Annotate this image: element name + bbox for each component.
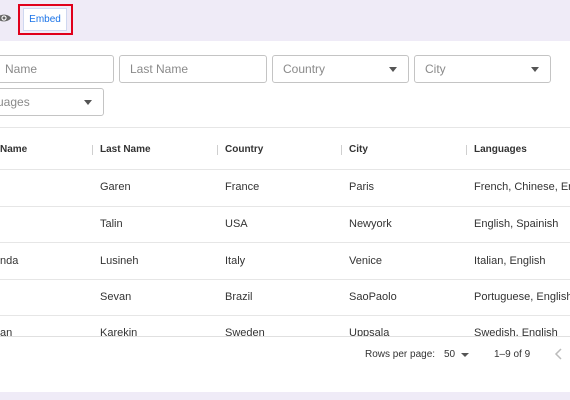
divider [0, 127, 570, 128]
divider [0, 315, 570, 316]
column-separator [466, 145, 467, 155]
cell-last-name: Lusineh [100, 255, 139, 267]
cell-languages: French, Chinese, Er [474, 181, 570, 193]
languages-placeholder: uages [0, 95, 30, 109]
divider [0, 206, 570, 207]
cell-last-name: Talin [100, 218, 123, 230]
column-header-city[interactable]: City [349, 144, 368, 155]
rows-per-page-value: 50 [444, 349, 456, 360]
country-select[interactable]: Country [272, 55, 409, 83]
divider [0, 169, 570, 170]
pagination-range: 1–9 of 9 [494, 349, 531, 360]
cell-city: Newyork [349, 218, 392, 230]
toolbar: Embed [0, 0, 570, 40]
chevron-down-icon [84, 100, 92, 105]
pagination-footer [0, 336, 570, 392]
cell-city: Venice [349, 255, 383, 267]
column-header-country[interactable]: Country [225, 144, 263, 155]
column-separator [217, 145, 218, 155]
chevron-down-icon [389, 67, 397, 72]
cell-languages: Italian, English [474, 255, 546, 267]
cell-city: SaoPaolo [349, 291, 397, 303]
last-name-placeholder: Last Name [130, 62, 189, 76]
chevron-down-icon [461, 353, 469, 357]
last-name-filter[interactable]: Last Name [119, 55, 267, 83]
cell-city: Paris [349, 181, 375, 193]
chevron-down-icon [531, 67, 539, 72]
embed-button[interactable]: Embed [23, 8, 67, 31]
cell-country: USA [225, 218, 248, 230]
cell-last-name: Sevan [100, 291, 132, 303]
first-name-placeholder: Name [5, 62, 38, 76]
country-placeholder: Country [283, 62, 326, 76]
cell-name: nda [0, 255, 19, 267]
column-separator [92, 145, 93, 155]
cell-languages: Portuguese, English [474, 291, 570, 303]
cell-languages: English, Spainish [474, 218, 559, 230]
rows-per-page-label: Rows per page: [365, 349, 436, 360]
chevron-left-icon[interactable] [554, 348, 564, 360]
cell-last-name: Garen [100, 181, 131, 193]
column-header-languages[interactable]: Languages [474, 144, 527, 155]
first-name-filter[interactable]: Name [0, 55, 114, 83]
column-header-last-name[interactable]: Last Name [100, 144, 151, 155]
column-separator [341, 145, 342, 155]
column-header-name[interactable]: Name [0, 144, 27, 155]
city-placeholder: City [425, 62, 446, 76]
divider [0, 279, 570, 280]
languages-select[interactable]: uages [0, 88, 104, 116]
cell-country: Italy [225, 255, 246, 267]
city-select[interactable]: City [414, 55, 551, 83]
divider [0, 242, 570, 243]
cell-country: France [225, 181, 260, 193]
embed-highlight: Embed [18, 4, 73, 35]
cell-country: Brazil [225, 291, 253, 303]
data-table-panel: Name Last Name Country City uages Name L… [0, 41, 570, 392]
eye-icon[interactable] [0, 10, 12, 26]
